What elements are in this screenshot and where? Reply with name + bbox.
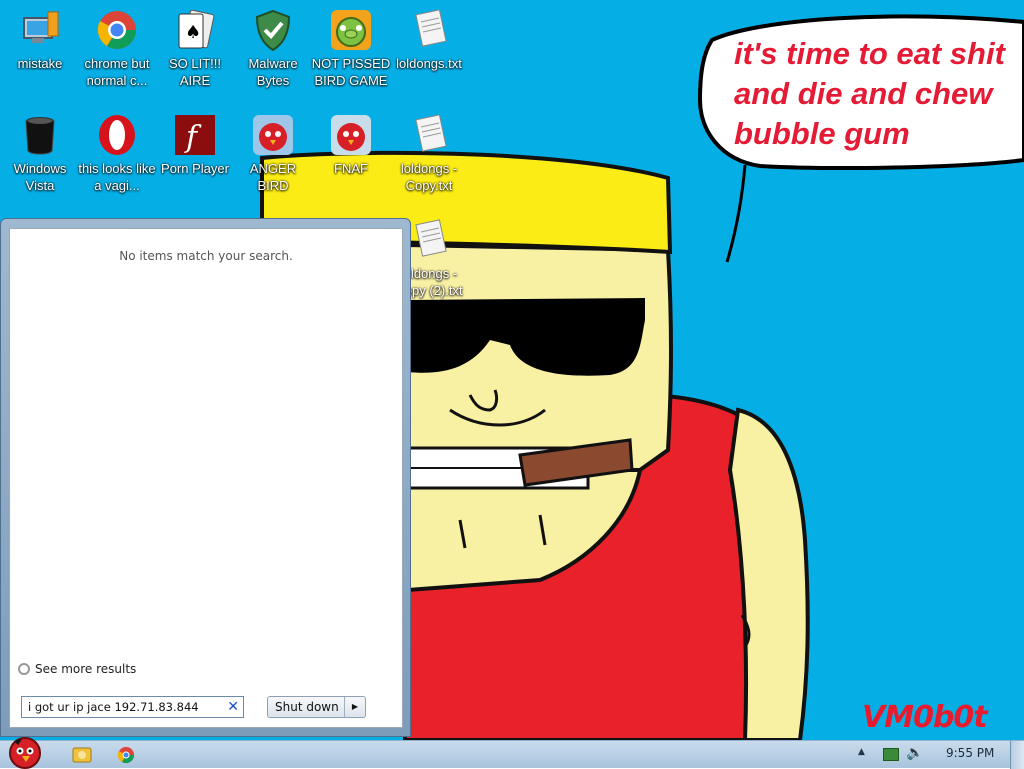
artist-watermark: VM0b0t [862,700,988,735]
solitaire-icon: ♠ [178,9,215,49]
search-input-value: i got ur ip jace 192.71.83.844 [28,700,199,714]
speech-bubble-text: it's time to eat shit and die and chew b… [734,36,1005,151]
desktop-icon-label: ANGER BIRD [249,161,297,193]
desktop-icon-mistake[interactable]: mistake [0,8,80,72]
computer-icon [23,11,59,43]
desktop-icon-opera[interactable]: this looks like a vagi... [77,113,157,194]
desktop-icon-label: loldongs.txt [396,56,462,71]
text-file-icon [415,9,447,47]
desktop-icon-loldongs[interactable]: loldongs.txt [389,8,469,72]
no-results-message: No items match your search. [119,249,293,263]
trash-bin-icon [25,117,55,155]
show-hidden-icons-icon[interactable]: ▲ [858,747,865,757]
volume-icon[interactable]: 🔈 [906,745,923,761]
see-more-label: See more results [35,662,137,676]
see-more-results-link[interactable]: See more results [18,662,136,676]
desktop-icon-windows-vista[interactable]: Windows Vista [0,113,80,194]
taskbar-clock[interactable]: 9:55 PM [946,746,994,760]
desktop-icon-not-pissed-bird-game[interactable]: NOT PISSED BIRD GAME [311,8,391,89]
desktop[interactable]: it's time to eat shit and die and chew b… [0,0,1024,740]
desktop-icon-fnaf[interactable]: FNAF [311,113,391,177]
shield-icon [255,9,291,52]
desktop-icon-label: SO LIT!!! AIRE [168,56,221,88]
desktop-icon-solitaire[interactable]: ♠ SO LIT!!! AIRE [155,8,235,89]
opera-icon [99,115,135,155]
desktop-icon-label: mistake [17,56,63,71]
desktop-icon-anger-bird[interactable]: ANGER BIRD [233,113,313,194]
text-file-icon [415,114,447,152]
desktop-icon-label: Windows Vista [13,161,67,193]
pig-icon [331,10,371,50]
search-icon [18,663,30,675]
network-icon[interactable] [883,748,899,761]
search-results-pane: No items match your search. See more res… [9,228,403,728]
desktop-icon-label: this looks like a vagi... [78,161,156,193]
desktop-icon-loldongs-copy[interactable]: loldongs - Copy.txt [389,113,469,194]
clear-search-icon[interactable]: ✕ [227,697,239,717]
desktop-icon-porn-player[interactable]: f Porn Player [155,113,235,177]
text-file-icon [415,219,447,257]
file-explorer-icon[interactable] [62,743,102,767]
angry-bird-icon [331,115,371,155]
show-desktop-button[interactable] [1010,741,1024,769]
shutdown-options-arrow-icon[interactable]: ▶ [344,697,365,717]
start-search-input[interactable]: i got ur ip jace 192.71.83.844 ✕ [21,696,244,718]
shutdown-button[interactable]: Shut down ▶ [267,696,366,718]
desktop-icon-label: loldongs - Copy.txt [400,161,458,193]
chrome-icon [97,11,136,49]
flash-icon: f [175,115,215,155]
shutdown-label: Shut down [275,700,339,714]
desktop-icon-label: chrome but normal c... [84,56,150,88]
svg-text:♠: ♠ [185,22,201,43]
desktop-icon-label: FNAF [334,161,368,176]
desktop-icon-label: Malware Bytes [248,56,298,88]
desktop-icon-label: NOT PISSED BIRD GAME [311,56,391,88]
taskbar: ▲ 🔈 9:55 PM [0,737,1024,769]
start-button-angry-bird-icon[interactable] [4,731,46,769]
desktop-icon-chrome[interactable]: chrome but normal c... [77,8,157,89]
desktop-icon-malwarebytes[interactable]: Malware Bytes [233,8,313,89]
angry-bird-icon [253,115,293,155]
start-menu: No items match your search. See more res… [0,218,411,737]
chrome-icon[interactable] [106,743,146,767]
desktop-icon-label: Porn Player [161,161,229,176]
